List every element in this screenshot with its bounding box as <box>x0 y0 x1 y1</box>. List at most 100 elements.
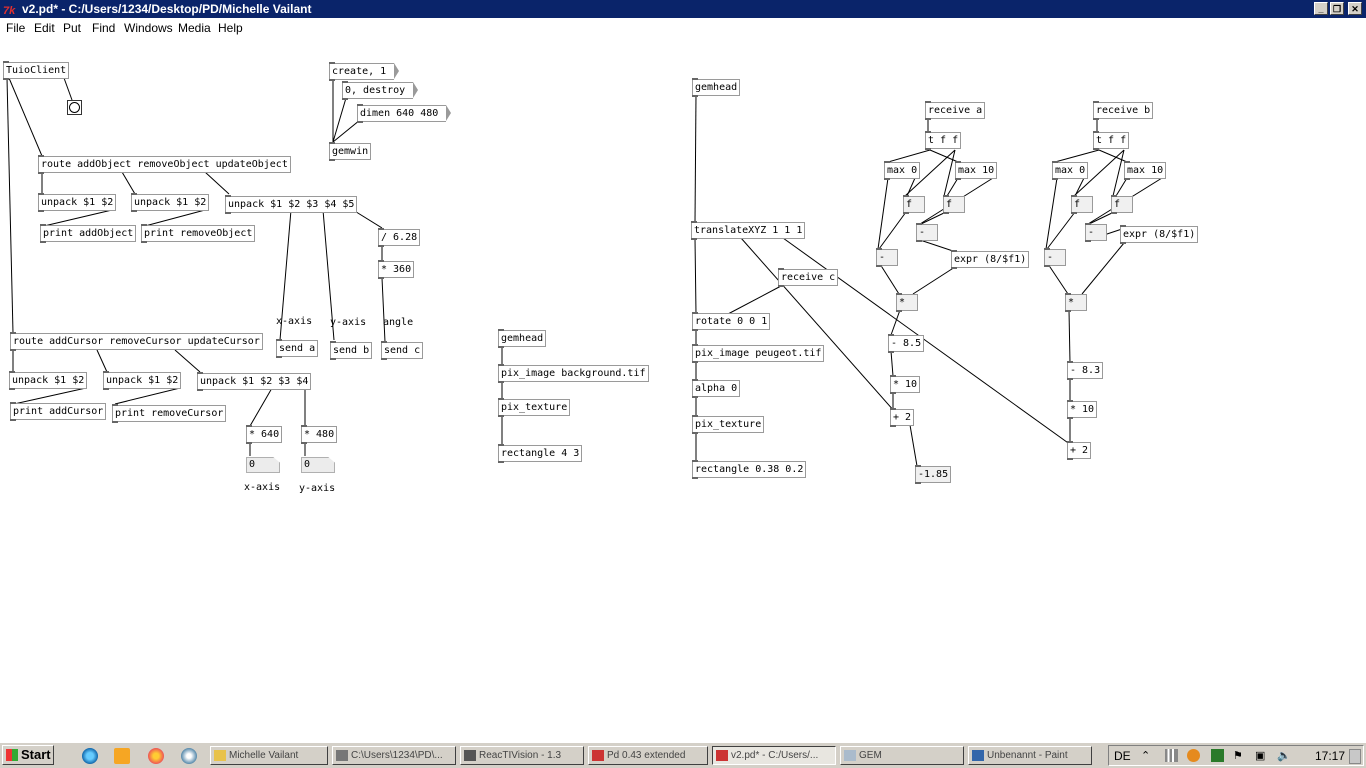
flag-icon[interactable]: ⚑ <box>1233 749 1246 762</box>
number-atom-x[interactable]: 0 <box>246 457 280 473</box>
taskbar-button-pd[interactable]: Pd 0.43 extended <box>588 746 708 765</box>
float-object[interactable]: f <box>1111 195 1133 214</box>
tuioclient-object[interactable]: TuioClient <box>3 61 70 80</box>
receive-b-object[interactable]: receive b <box>1093 101 1154 120</box>
start-button[interactable]: Start <box>2 745 54 765</box>
menu-put[interactable]: Put <box>63 21 81 35</box>
internet-explorer-icon[interactable] <box>82 748 98 764</box>
max-10-object[interactable]: max 10 <box>1124 161 1167 180</box>
taskbar-button-cmd[interactable]: C:\Users\1234\PD\... <box>332 746 456 765</box>
media-player-icon[interactable] <box>114 748 130 764</box>
unpack-four-object[interactable]: unpack $1 $2 $3 $4 <box>197 372 312 391</box>
add-2-object[interactable]: + 2 <box>1067 441 1092 460</box>
vlc-icon[interactable] <box>1187 749 1200 762</box>
send-c-object[interactable]: send c <box>381 341 424 360</box>
float-object[interactable]: f <box>943 195 965 214</box>
pix-texture-object[interactable]: pix_texture <box>498 398 571 417</box>
rectangle-object[interactable]: rectangle 0.38 0.2 <box>692 460 807 479</box>
subtract-8-5-object[interactable]: - 8.5 <box>888 334 925 353</box>
expr-object[interactable]: expr (8/$f1) <box>1120 225 1199 244</box>
receive-a-object[interactable]: receive a <box>925 101 986 120</box>
unpack-five-object[interactable]: unpack $1 $2 $3 $4 $5 <box>225 195 358 214</box>
menu-find[interactable]: Find <box>92 21 115 35</box>
meter-icon[interactable] <box>1211 749 1224 762</box>
route-cursor-object[interactable]: route addCursor removeCursor updateCurso… <box>10 332 263 351</box>
print-removeobject-object[interactable]: print removeObject <box>141 224 256 243</box>
language-indicator[interactable]: DE <box>1114 749 1131 763</box>
number-box[interactable]: -1.85 <box>915 465 952 484</box>
unpack-object[interactable]: unpack $1 $2 <box>9 371 88 390</box>
chevron-up-icon[interactable]: ⌃ <box>1141 749 1154 762</box>
menu-windows[interactable]: Windows <box>124 21 173 35</box>
minus-object[interactable]: - <box>1044 248 1066 267</box>
signal-icon[interactable] <box>1165 749 1178 762</box>
rotate-object[interactable]: rotate 0 0 1 <box>692 312 771 331</box>
max-0-object[interactable]: max 0 <box>884 161 921 180</box>
trigger-object[interactable]: t f f <box>925 131 962 150</box>
pix-image-background-object[interactable]: pix_image background.tif <box>498 364 649 383</box>
dimen-message[interactable]: dimen 640 480 <box>357 104 452 123</box>
multiply-object[interactable]: * <box>1065 293 1087 312</box>
taskbar-button-gem[interactable]: GEM <box>840 746 964 765</box>
destroy-message[interactable]: 0, destroy <box>342 81 419 100</box>
create-message[interactable]: create, 1 <box>329 62 400 81</box>
menu-edit[interactable]: Edit <box>34 21 55 35</box>
menu-help[interactable]: Help <box>218 21 243 35</box>
multiply-10-object[interactable]: * 10 <box>1067 400 1098 419</box>
usb-icon[interactable]: ▣ <box>1255 749 1268 762</box>
expr-object[interactable]: expr (8/$f1) <box>951 250 1030 269</box>
gemhead-object[interactable]: gemhead <box>498 329 547 348</box>
minus-object[interactable]: - <box>916 223 938 242</box>
multiply-640-object[interactable]: * 640 <box>246 425 283 444</box>
divide-object[interactable]: / 6.28 <box>378 228 421 247</box>
send-b-object[interactable]: send b <box>330 341 373 360</box>
gemwin-object[interactable]: gemwin <box>329 142 372 161</box>
menu-media[interactable]: Media <box>178 21 211 35</box>
taskbar-button-explorer[interactable]: Michelle Vailant <box>210 746 328 765</box>
network-icon[interactable] <box>181 748 197 764</box>
taskbar-button-paint[interactable]: Unbenannt - Paint <box>968 746 1092 765</box>
multiply-360-object[interactable]: * 360 <box>378 260 415 279</box>
minus-object[interactable]: - <box>876 248 898 267</box>
patch-canvas[interactable]: TuioClient route addObject removeObject … <box>0 38 1366 742</box>
max-0-object[interactable]: max 0 <box>1052 161 1089 180</box>
max-10-object[interactable]: max 10 <box>955 161 998 180</box>
alpha-object[interactable]: alpha 0 <box>692 379 741 398</box>
minus-object[interactable]: - <box>1085 223 1107 242</box>
unpack-object[interactable]: unpack $1 $2 <box>103 371 182 390</box>
float-object[interactable]: f <box>1071 195 1093 214</box>
route-object-object[interactable]: route addObject removeObject updateObjec… <box>38 155 291 174</box>
print-removecursor-object[interactable]: print removeCursor <box>112 404 227 423</box>
bang-button[interactable] <box>67 100 82 115</box>
show-desktop-button[interactable] <box>1349 749 1361 764</box>
unpack-object[interactable]: unpack $1 $2 <box>38 193 117 212</box>
volume-icon[interactable]: 🔈 <box>1277 749 1291 762</box>
multiply-10-object[interactable]: * 10 <box>890 375 921 394</box>
taskbar-button-reactivision[interactable]: ReacTIVision - 1.3 <box>460 746 584 765</box>
window-icon <box>336 750 348 761</box>
restore-button[interactable]: ❐ <box>1330 2 1344 15</box>
unpack-object[interactable]: unpack $1 $2 <box>131 193 210 212</box>
receive-c-object[interactable]: receive c <box>778 268 839 287</box>
subtract-8-3-object[interactable]: - 8.3 <box>1067 361 1104 380</box>
pix-image-peugeot-object[interactable]: pix_image peugeot.tif <box>692 344 825 363</box>
gemhead-object[interactable]: gemhead <box>692 78 741 97</box>
number-atom-y[interactable]: 0 <box>301 457 335 473</box>
rectangle-object[interactable]: rectangle 4 3 <box>498 444 583 463</box>
pix-texture-object[interactable]: pix_texture <box>692 415 765 434</box>
float-object[interactable]: f <box>903 195 925 214</box>
multiply-480-object[interactable]: * 480 <box>301 425 338 444</box>
multiply-object[interactable]: * <box>896 293 918 312</box>
send-a-object[interactable]: send a <box>276 339 319 358</box>
minimize-button[interactable]: _ <box>1314 2 1328 15</box>
trigger-object[interactable]: t f f <box>1093 131 1130 150</box>
firefox-icon[interactable] <box>148 748 164 764</box>
print-addcursor-object[interactable]: print addCursor <box>10 402 107 421</box>
print-addobject-object[interactable]: print addObject <box>40 224 137 243</box>
translatexyz-object[interactable]: translateXYZ 1 1 1 <box>691 221 806 240</box>
taskbar-button-patch[interactable]: v2.pd* - C:/Users/... <box>712 746 836 765</box>
close-button[interactable]: ✕ <box>1348 2 1362 15</box>
clock[interactable]: 17:17 <box>1315 749 1345 763</box>
menu-file[interactable]: File <box>6 21 25 35</box>
add-2-object[interactable]: + 2 <box>890 408 915 427</box>
